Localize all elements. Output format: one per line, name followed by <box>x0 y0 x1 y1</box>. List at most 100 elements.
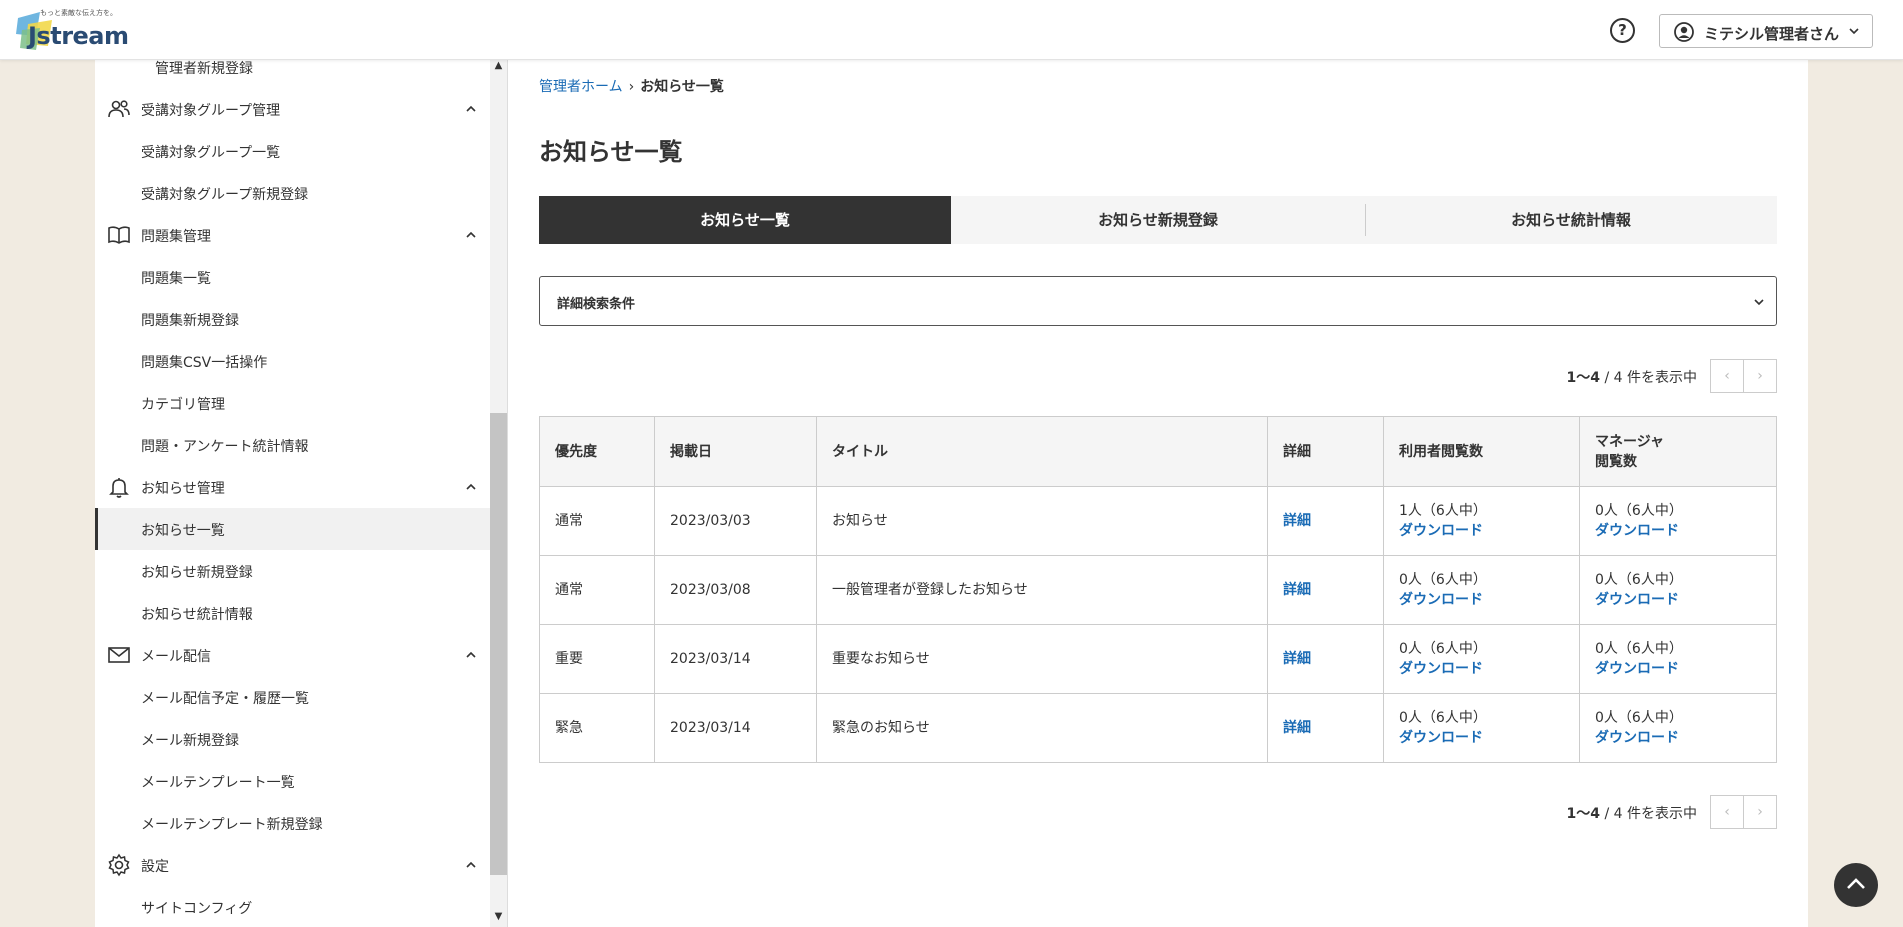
sidebar-section-settings[interactable]: 設定 <box>95 844 490 886</box>
manager-views-download-link[interactable]: ダウンロード <box>1595 730 1679 746</box>
main-content: 管理者ホーム › お知らせ一覧 お知らせ一覧 お知らせ一覧 お知らせ新規登録 お知ら… <box>507 60 1808 927</box>
tab-notice-stats[interactable]: お知らせ統計情報 <box>1365 196 1777 244</box>
cell-user-views: 1人（6人中） <box>1399 503 1487 519</box>
sidebar-item-label: カテゴリ管理 <box>141 397 225 413</box>
logo-tagline: もっと素敵な伝え方を。 <box>40 9 117 17</box>
cell-priority: 緊急 <box>539 693 655 763</box>
sidebar-section-mail[interactable]: メール配信 <box>95 634 490 676</box>
mail-icon <box>108 647 130 663</box>
chevron-up-icon <box>466 231 476 238</box>
cell-date: 2023/03/14 <box>654 693 817 763</box>
result-count: 1〜4 / 4 件を表示中 <box>1567 803 1697 823</box>
sidebar-item-question-set-csv[interactable]: 問題集CSV一括操作 <box>95 340 490 382</box>
cell-user-views: 0人（6人中） <box>1399 572 1487 588</box>
app-header: もっと素敵な伝え方を。 Jstream ? ミテシル管理者さん <box>0 0 1903 60</box>
cell-date: 2023/03/14 <box>654 624 817 694</box>
detail-link[interactable]: 詳細 <box>1283 513 1311 529</box>
sidebar-item-target-group-list[interactable]: 受講対象グループ一覧 <box>95 130 490 172</box>
sidebar-item-question-stats[interactable]: 問題・アンケート統計情報 <box>95 424 490 466</box>
next-page-button[interactable]: › <box>1743 795 1777 829</box>
cell-user-views: 0人（6人中） <box>1399 710 1487 726</box>
sidebar-item-category[interactable]: カテゴリ管理 <box>95 382 490 424</box>
sidebar-item-site-config[interactable]: サイトコンフィグ <box>95 886 490 927</box>
sidebar-item-mail-register[interactable]: メール新規登録 <box>95 718 490 760</box>
result-range: 1〜4 <box>1566 370 1601 386</box>
sidebar-item-label: 受講対象グループ新規登録 <box>141 187 309 203</box>
column-header-date: 掲載日 <box>654 416 817 487</box>
detail-link[interactable]: 詳細 <box>1283 651 1311 667</box>
sidebar-item-label: メール配信予定・履歴一覧 <box>141 691 309 707</box>
back-to-top-button[interactable] <box>1834 863 1878 907</box>
chevron-up-icon <box>466 651 476 658</box>
table-header-row: 優先度 掲載日 タイトル 詳細 利用者閲覧数 マネージャ 閲覧数 <box>539 416 1777 487</box>
manager-views-download-link[interactable]: ダウンロード <box>1595 592 1679 608</box>
sidebar-item-label: メール新規登録 <box>141 733 239 749</box>
breadcrumb-home-link[interactable]: 管理者ホーム <box>539 79 623 95</box>
advanced-search-label: 詳細検索条件 <box>557 297 636 312</box>
chevron-up-icon <box>1847 878 1865 889</box>
tab-bar: お知らせ一覧 お知らせ新規登録 お知らせ統計情報 <box>539 196 1777 244</box>
column-header-title: タイトル <box>816 416 1268 487</box>
breadcrumb: 管理者ホーム › お知らせ一覧 <box>539 76 724 96</box>
sidebar-section-notices[interactable]: お知らせ管理 <box>95 466 490 508</box>
column-header-manager-views: マネージャ 閲覧数 <box>1579 416 1777 487</box>
sidebar-item-mail-schedule[interactable]: メール配信予定・履歴一覧 <box>95 676 490 718</box>
user-views-download-link[interactable]: ダウンロード <box>1399 661 1483 677</box>
user-views-download-link[interactable]: ダウンロード <box>1399 592 1483 608</box>
cell-manager-views: 0人（6人中） <box>1595 572 1683 588</box>
book-icon <box>108 226 130 244</box>
sidebar-item-label: 問題集一覧 <box>141 271 211 287</box>
chevron-up-icon <box>466 861 476 868</box>
cell-title: 一般管理者が登録したお知らせ <box>816 555 1268 625</box>
cell-manager-views: 0人（6人中） <box>1595 710 1683 726</box>
sidebar-item-target-group-register[interactable]: 受講対象グループ新規登録 <box>95 172 490 214</box>
bell-icon <box>109 478 129 498</box>
cell-priority: 通常 <box>539 555 655 625</box>
sidebar-item-question-set-register[interactable]: 問題集新規登録 <box>95 298 490 340</box>
user-views-download-link[interactable]: ダウンロード <box>1399 523 1483 539</box>
scroll-down-arrow-icon[interactable]: ▼ <box>490 911 507 927</box>
sidebar-section-question-sets[interactable]: 問題集管理 <box>95 214 490 256</box>
tab-notice-register[interactable]: お知らせ新規登録 <box>952 196 1364 244</box>
table-row: 通常 2023/03/08 一般管理者が登録したお知らせ 詳細 0人（6人中） ダ… <box>539 555 1777 625</box>
manager-views-download-link[interactable]: ダウンロード <box>1595 523 1679 539</box>
sidebar-item-label: 受講対象グループ一覧 <box>141 145 281 161</box>
cell-manager-views: 0人（6人中） <box>1595 503 1683 519</box>
jstream-logo[interactable]: もっと素敵な伝え方を。 Jstream <box>14 6 129 54</box>
sidebar-section-label: お知らせ管理 <box>141 481 225 497</box>
chevron-right-icon: › <box>628 79 635 95</box>
chevron-up-icon <box>466 483 476 490</box>
sidebar-item-notice-list[interactable]: お知らせ一覧 <box>95 508 490 550</box>
detail-link[interactable]: 詳細 <box>1283 582 1311 598</box>
detail-link[interactable]: 詳細 <box>1283 720 1311 736</box>
column-header-user-views: 利用者閲覧数 <box>1383 416 1580 487</box>
help-button[interactable]: ? <box>1610 18 1635 43</box>
result-range: 1〜4 <box>1566 806 1601 822</box>
user-avatar-icon <box>1674 22 1694 42</box>
sidebar-scrollbar-thumb[interactable] <box>490 413 507 875</box>
sidebar-item-label: 問題・アンケート統計情報 <box>141 439 309 455</box>
tab-notice-list[interactable]: お知らせ一覧 <box>539 196 951 244</box>
user-menu-button[interactable]: ミテシル管理者さん <box>1659 14 1873 48</box>
prev-page-button[interactable]: ‹ <box>1710 795 1744 829</box>
prev-page-button[interactable]: ‹ <box>1710 359 1744 393</box>
user-views-download-link[interactable]: ダウンロード <box>1399 730 1483 746</box>
sidebar-item-label: 問題集新規登録 <box>141 313 239 329</box>
sidebar-item-notice-stats[interactable]: お知らせ統計情報 <box>95 592 490 634</box>
cell-user-views: 0人（6人中） <box>1399 641 1487 657</box>
sidebar-item-notice-register[interactable]: お知らせ新規登録 <box>95 550 490 592</box>
notice-table: 優先度 掲載日 タイトル 詳細 利用者閲覧数 マネージャ 閲覧数 通常 2023… <box>539 416 1777 763</box>
advanced-search-toggle[interactable]: 詳細検索条件 <box>539 276 1777 326</box>
logo-wordmark: Jstream <box>28 22 129 50</box>
sidebar-section-target-groups[interactable]: 受講対象グループ管理 <box>95 88 490 130</box>
sidebar-section-label: 問題集管理 <box>141 229 211 245</box>
scroll-up-arrow-icon[interactable]: ▲ <box>490 60 507 76</box>
sidebar-item-admin-register[interactable]: 管理者新規登録 <box>95 60 490 88</box>
sidebar-item-mail-template-register[interactable]: メールテンプレート新規登録 <box>95 802 490 844</box>
sidebar-item-label: お知らせ統計情報 <box>141 607 253 623</box>
sidebar-item-question-set-list[interactable]: 問題集一覧 <box>95 256 490 298</box>
manager-views-download-link[interactable]: ダウンロード <box>1595 661 1679 677</box>
next-page-button[interactable]: › <box>1743 359 1777 393</box>
cell-date: 2023/03/03 <box>654 486 817 556</box>
sidebar-item-mail-template-list[interactable]: メールテンプレート一覧 <box>95 760 490 802</box>
